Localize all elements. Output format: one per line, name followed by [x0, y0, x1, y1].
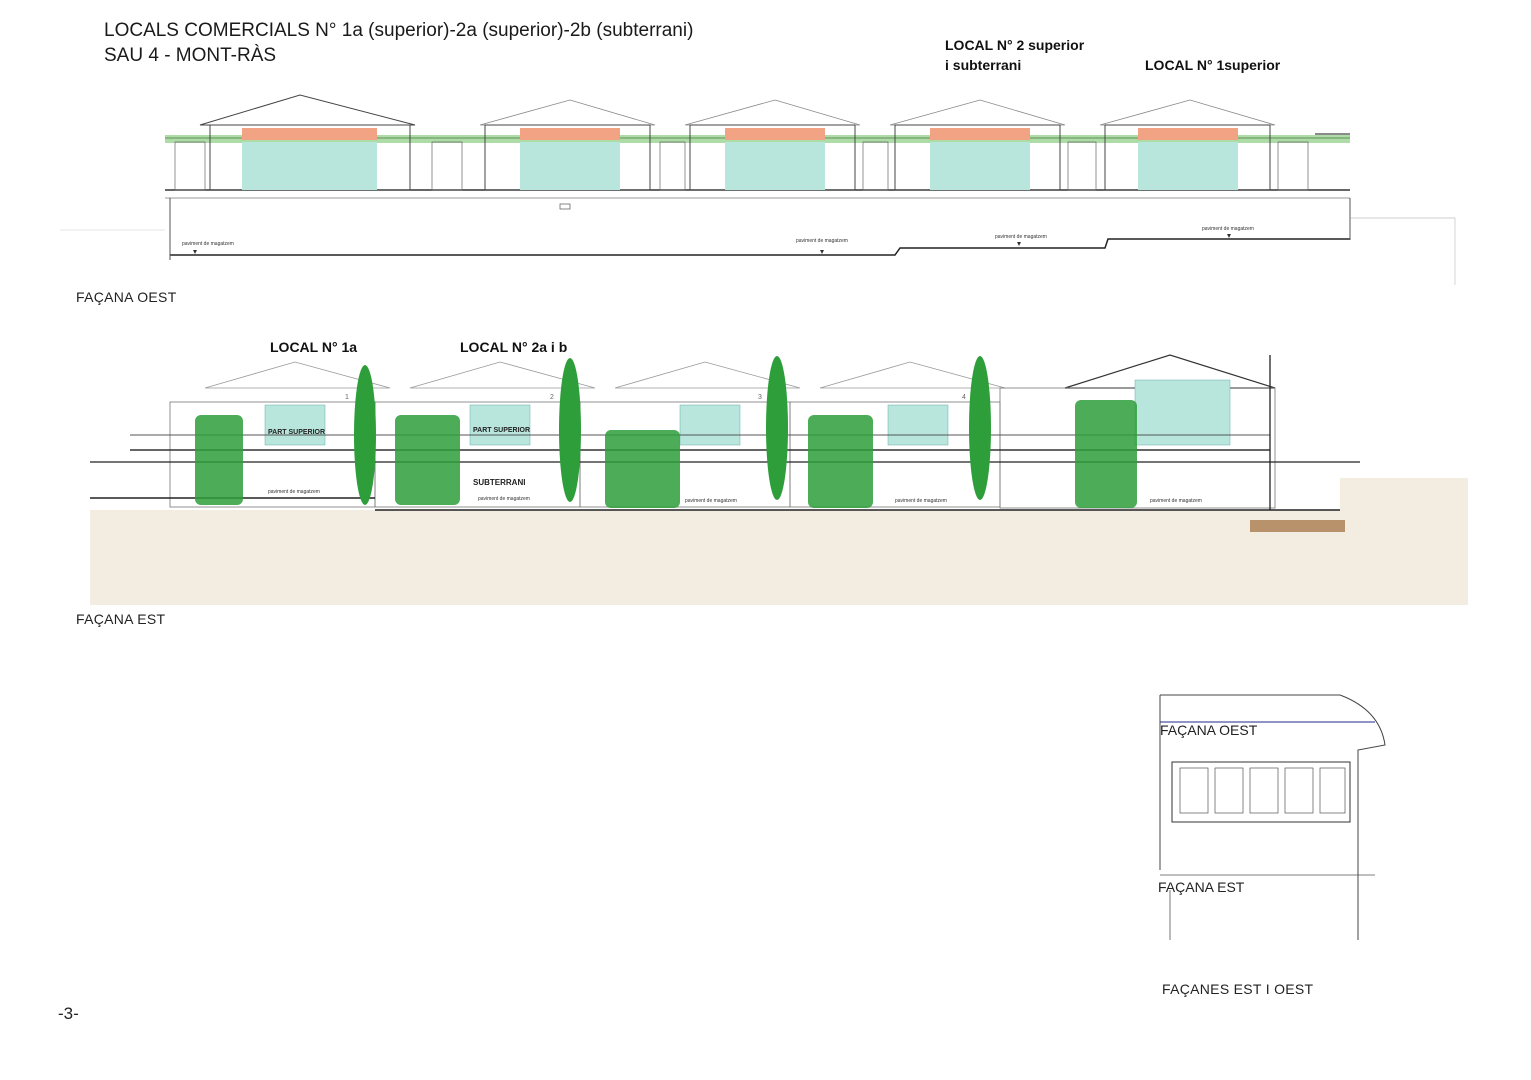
east-level-1: paviment de magatzem — [268, 489, 320, 495]
foundation — [1250, 520, 1345, 532]
east-level-4: paviment de magatzem — [895, 498, 947, 504]
callout-local-2: LOCAL N° 2 superior i subterrani — [945, 37, 1085, 73]
glazing-1 — [242, 142, 377, 190]
west-level-1: paviment de magatzem — [182, 241, 234, 247]
west-level-4: paviment de magatzem — [1202, 226, 1254, 232]
east-level-3: paviment de magatzem — [685, 498, 737, 504]
west-unit-3 — [684, 99, 861, 191]
unit-number-1: 1 — [345, 394, 349, 401]
west-unit-5 — [1099, 99, 1276, 191]
west-unit-4 — [889, 99, 1066, 191]
unit-number-4: 4 — [962, 394, 966, 401]
key-plan-west-label: FAÇANA OEST — [1160, 722, 1258, 738]
west-level-2: paviment de magatzem — [796, 238, 848, 244]
east-facade-elevation: 1 2 3 4 PART SUPERIOR PART SUPERIOR SUBT… — [90, 354, 1468, 605]
vent — [559, 203, 571, 210]
callout-local-1: LOCAL N° 1superior — [1145, 57, 1281, 73]
subterrani-label: SUBTERRANI — [473, 478, 525, 487]
west-facade-elevation: paviment de magatzem paviment de magatze… — [60, 94, 1456, 285]
title-line-1: LOCALS COMERCIALS N° 1a (superior)-2a (s… — [104, 20, 694, 41]
key-plan-east-label: FAÇANA EST — [1158, 879, 1245, 895]
basement-floor-line — [170, 238, 1350, 256]
unit-number-3: 3 — [758, 394, 762, 401]
key-plan-caption: FAÇANES EST I OEST — [1162, 981, 1314, 997]
title-line-2: SAU 4 - MONT-RÀS — [104, 45, 277, 66]
part-superior-label-2: PART SUPERIOR — [473, 427, 530, 434]
unit-number-2: 2 — [550, 394, 554, 401]
west-level-3: paviment de magatzem — [995, 234, 1047, 240]
part-superior-label-1: PART SUPERIOR — [268, 429, 325, 436]
fascia-1 — [242, 128, 377, 140]
west-facade-label: FAÇANA OEST — [76, 289, 177, 305]
east-vegetation — [195, 356, 1137, 508]
page-number: -3- — [58, 1004, 79, 1023]
east-roofs — [204, 361, 1006, 389]
east-level-5: paviment de magatzem — [1150, 498, 1202, 504]
east-level-2: paviment de magatzem — [478, 496, 530, 502]
drawing-title: LOCALS COMERCIALS N° 1a (superior)-2a (s… — [104, 18, 693, 68]
east-facade-label: FAÇANA EST — [76, 611, 166, 627]
west-unit-2 — [479, 99, 656, 191]
